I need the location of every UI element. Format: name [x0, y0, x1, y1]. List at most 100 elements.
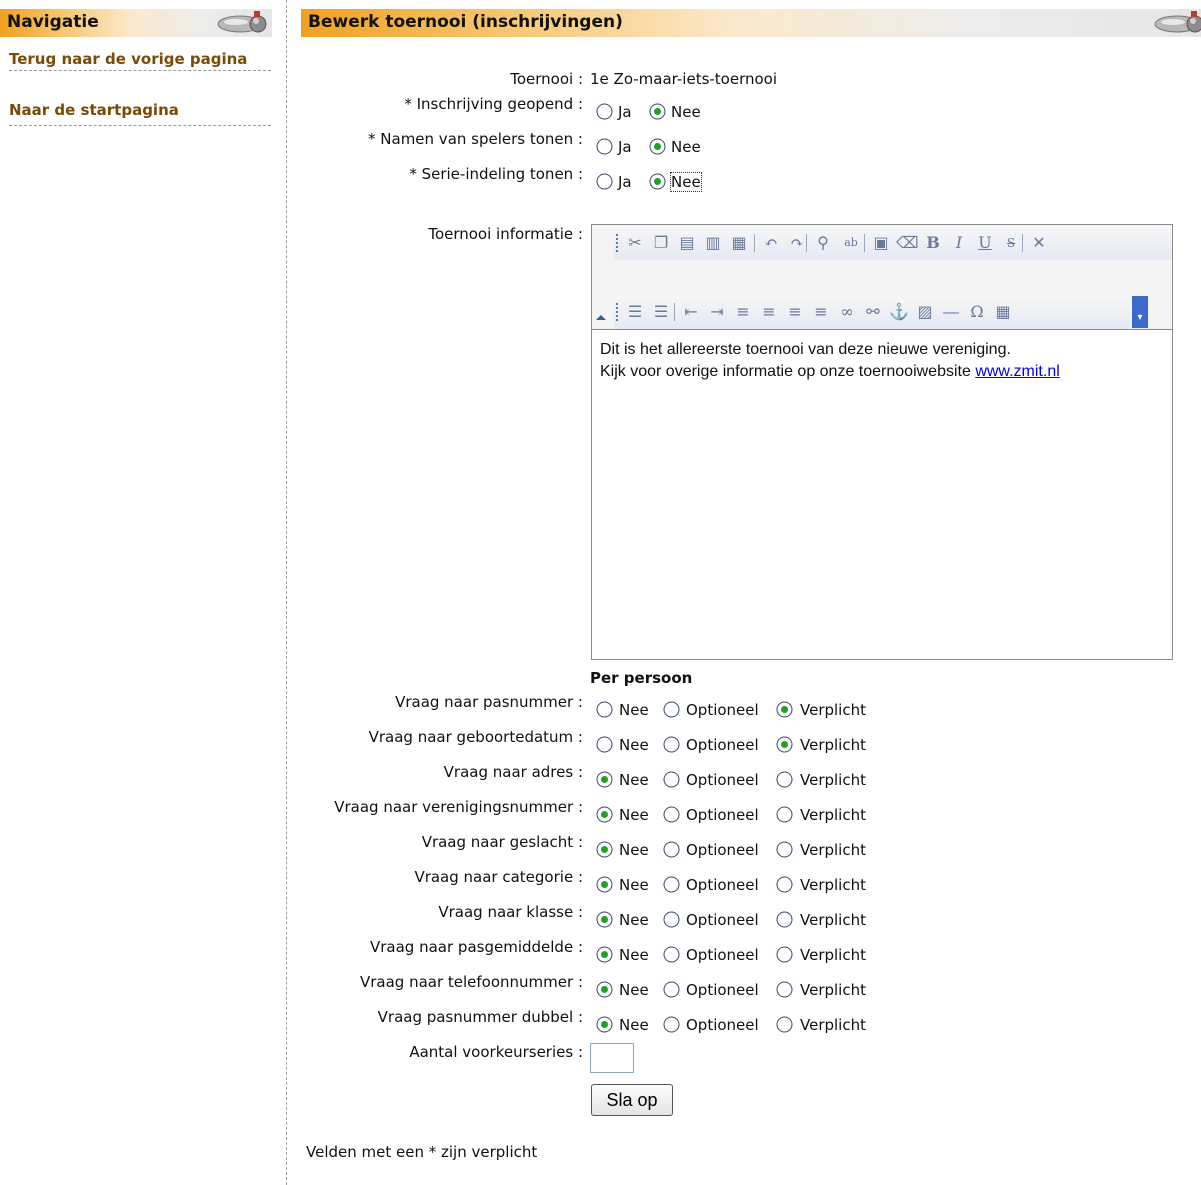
- question-3-radio-verplicht[interactable]: [776, 806, 793, 823]
- question-2-option-verplicht[interactable]: Verplicht: [800, 771, 866, 789]
- select-all-icon[interactable]: ▣: [870, 232, 892, 254]
- align-center-icon[interactable]: ≡: [758, 301, 780, 323]
- question-3-option-optioneel[interactable]: Optioneel: [686, 806, 759, 824]
- align-left-icon[interactable]: ≡: [732, 301, 754, 323]
- question-0-radio-nee[interactable]: [596, 701, 613, 718]
- question-2-option-optioneel[interactable]: Optioneel: [686, 771, 759, 789]
- table-icon[interactable]: ▦: [992, 301, 1014, 323]
- unlink-icon[interactable]: ⚯: [862, 301, 884, 323]
- voorkeur-series-input[interactable]: [590, 1043, 634, 1073]
- question-2-radio-nee[interactable]: [596, 771, 613, 788]
- align-right-icon[interactable]: ≡: [784, 301, 806, 323]
- question-4-option-nee[interactable]: Nee: [619, 841, 649, 859]
- anchor-icon[interactable]: ⚓: [888, 301, 910, 323]
- setting-2-option-ja[interactable]: Ja: [618, 173, 632, 191]
- question-8-radio-verplicht[interactable]: [776, 981, 793, 998]
- outdent-icon[interactable]: ⇤: [680, 301, 702, 323]
- find-icon[interactable]: ⚲: [812, 232, 834, 254]
- toolbar-grip[interactable]: [616, 303, 621, 321]
- question-4-radio-verplicht[interactable]: [776, 841, 793, 858]
- question-5-option-verplicht[interactable]: Verplicht: [800, 876, 866, 894]
- question-1-option-verplicht[interactable]: Verplicht: [800, 736, 866, 754]
- replace-icon[interactable]: ab: [840, 232, 862, 254]
- question-5-radio-nee[interactable]: [596, 876, 613, 893]
- question-8-option-optioneel[interactable]: Optioneel: [686, 981, 759, 999]
- paste-word-icon[interactable]: ▦: [728, 232, 750, 254]
- question-8-option-verplicht[interactable]: Verplicht: [800, 981, 866, 999]
- question-0-option-optioneel[interactable]: Optioneel: [686, 701, 759, 719]
- question-6-option-optioneel[interactable]: Optioneel: [686, 911, 759, 929]
- question-1-radio-verplicht[interactable]: [776, 736, 793, 753]
- paste-icon[interactable]: ▤: [676, 232, 698, 254]
- question-0-option-nee[interactable]: Nee: [619, 701, 649, 719]
- special-char-icon[interactable]: Ω: [966, 301, 988, 323]
- horizontal-rule-icon[interactable]: ―: [940, 301, 962, 323]
- rich-text-editor[interactable]: ✂ ❐ ▤ ▥ ▦ ↶ ↷ ⚲ ab ▣ ⌫ B I U S ✕ ☰ ☰ ⇤ ⇥ ≡ ≡ ≡ ≡ ∞ ⚯ ⚓ ▨ ― Ω ▦ ▾ Dit …: [591, 224, 1173, 660]
- bold-icon[interactable]: B: [922, 232, 944, 254]
- toolbar-grip[interactable]: [616, 234, 621, 252]
- nav-link-home[interactable]: Naar de startpagina: [9, 101, 271, 126]
- setting-2-radio-ja[interactable]: [596, 173, 613, 190]
- question-1-option-optioneel[interactable]: Optioneel: [686, 736, 759, 754]
- question-3-radio-optioneel[interactable]: [663, 806, 680, 823]
- toolbar-more-icon[interactable]: ▾: [1132, 296, 1148, 328]
- editor-content[interactable]: Dit is het allereerste toernooi van deze…: [600, 339, 1060, 383]
- cut-icon[interactable]: ✂: [624, 232, 646, 254]
- remove-format-icon[interactable]: ⌫: [896, 232, 919, 254]
- question-9-option-verplicht[interactable]: Verplicht: [800, 1016, 866, 1034]
- question-6-radio-verplicht[interactable]: [776, 911, 793, 928]
- question-0-option-verplicht[interactable]: Verplicht: [800, 701, 866, 719]
- question-8-radio-optioneel[interactable]: [663, 981, 680, 998]
- strikethrough-icon[interactable]: S: [1000, 232, 1022, 254]
- setting-2-radio-nee[interactable]: [649, 173, 666, 190]
- image-icon[interactable]: ▨: [914, 301, 936, 323]
- question-6-radio-nee[interactable]: [596, 911, 613, 928]
- copy-icon[interactable]: ❐: [650, 232, 672, 254]
- question-4-radio-nee[interactable]: [596, 841, 613, 858]
- setting-1-option-ja[interactable]: Ja: [618, 138, 632, 156]
- question-1-radio-nee[interactable]: [596, 736, 613, 753]
- link-icon[interactable]: ∞: [836, 301, 858, 323]
- question-4-radio-optioneel[interactable]: [663, 841, 680, 858]
- tournament-website-link[interactable]: www.zmit.nl: [975, 363, 1059, 380]
- question-7-radio-verplicht[interactable]: [776, 946, 793, 963]
- question-5-option-nee[interactable]: Nee: [619, 876, 649, 894]
- question-0-radio-verplicht[interactable]: [776, 701, 793, 718]
- question-9-radio-nee[interactable]: [596, 1016, 613, 1033]
- setting-0-radio-nee[interactable]: [649, 103, 666, 120]
- redo-icon[interactable]: ↷: [786, 232, 808, 254]
- setting-1-option-nee[interactable]: Nee: [671, 138, 701, 156]
- question-5-option-optioneel[interactable]: Optioneel: [686, 876, 759, 894]
- question-2-radio-verplicht[interactable]: [776, 771, 793, 788]
- numbered-list-icon[interactable]: ☰: [624, 301, 646, 323]
- question-8-radio-nee[interactable]: [596, 981, 613, 998]
- align-justify-icon[interactable]: ≡: [810, 301, 832, 323]
- question-8-option-nee[interactable]: Nee: [619, 981, 649, 999]
- setting-1-radio-nee[interactable]: [649, 138, 666, 155]
- question-9-radio-verplicht[interactable]: [776, 1016, 793, 1033]
- question-5-radio-optioneel[interactable]: [663, 876, 680, 893]
- save-button[interactable]: Sla op: [591, 1084, 673, 1116]
- question-2-radio-optioneel[interactable]: [663, 771, 680, 788]
- question-7-option-nee[interactable]: Nee: [619, 946, 649, 964]
- question-9-option-optioneel[interactable]: Optioneel: [686, 1016, 759, 1034]
- bulleted-list-icon[interactable]: ☰: [650, 301, 672, 323]
- question-4-option-optioneel[interactable]: Optioneel: [686, 841, 759, 859]
- question-3-option-verplicht[interactable]: Verplicht: [800, 806, 866, 824]
- indent-icon[interactable]: ⇥: [706, 301, 728, 323]
- question-5-radio-verplicht[interactable]: [776, 876, 793, 893]
- close-icon[interactable]: ✕: [1028, 232, 1050, 254]
- setting-1-radio-ja[interactable]: [596, 138, 613, 155]
- setting-0-option-ja[interactable]: Ja: [618, 103, 632, 121]
- italic-icon[interactable]: I: [948, 232, 970, 254]
- question-3-radio-nee[interactable]: [596, 806, 613, 823]
- setting-0-radio-ja[interactable]: [596, 103, 613, 120]
- question-9-option-nee[interactable]: Nee: [619, 1016, 649, 1034]
- paste-text-icon[interactable]: ▥: [702, 232, 724, 254]
- question-0-radio-optioneel[interactable]: [663, 701, 680, 718]
- underline-icon[interactable]: U: [974, 232, 996, 254]
- question-1-radio-optioneel[interactable]: [663, 736, 680, 753]
- question-1-option-nee[interactable]: Nee: [619, 736, 649, 754]
- question-2-option-nee[interactable]: Nee: [619, 771, 649, 789]
- question-3-option-nee[interactable]: Nee: [619, 806, 649, 824]
